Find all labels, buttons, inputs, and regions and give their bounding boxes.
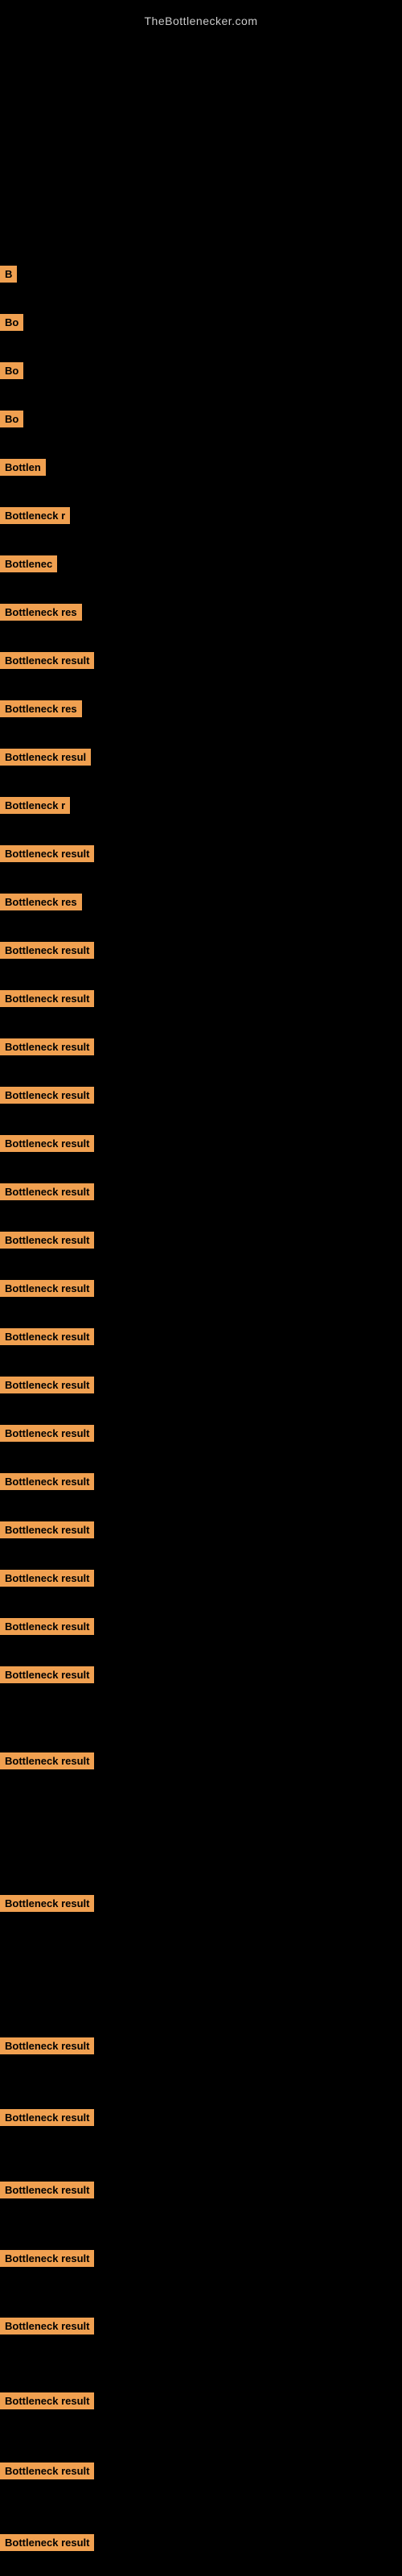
bottleneck-label-32: Bottleneck result xyxy=(0,1895,94,1912)
bottleneck-item-5: Bottlen xyxy=(0,459,46,476)
bottleneck-item-3: Bo xyxy=(0,362,23,379)
bottleneck-item-22: Bottleneck result xyxy=(0,1280,94,1297)
bottleneck-label-2: Bo xyxy=(0,314,23,331)
bottleneck-label-5: Bottlen xyxy=(0,459,46,476)
bottleneck-label-18: Bottleneck result xyxy=(0,1087,94,1104)
bottleneck-item-34: Bottleneck result xyxy=(0,2109,94,2126)
bottleneck-item-4: Bo xyxy=(0,411,23,427)
bottleneck-item-32: Bottleneck result xyxy=(0,1895,94,1912)
bottleneck-item-30: Bottleneck result xyxy=(0,1666,94,1683)
bottleneck-item-23: Bottleneck result xyxy=(0,1328,94,1345)
bottleneck-label-11: Bottleneck resul xyxy=(0,749,91,766)
bottleneck-item-26: Bottleneck result xyxy=(0,1473,94,1490)
bottleneck-label-37: Bottleneck result xyxy=(0,2318,94,2334)
bottleneck-item-14: Bottleneck res xyxy=(0,894,82,910)
bottleneck-label-34: Bottleneck result xyxy=(0,2109,94,2126)
bottleneck-item-16: Bottleneck result xyxy=(0,990,94,1007)
bottleneck-label-14: Bottleneck res xyxy=(0,894,82,910)
bottleneck-item-28: Bottleneck result xyxy=(0,1570,94,1587)
bottleneck-item-21: Bottleneck result xyxy=(0,1232,94,1249)
site-title: TheBottlenecker.com xyxy=(0,6,402,31)
bottleneck-label-33: Bottleneck result xyxy=(0,2037,94,2054)
bottleneck-item-33: Bottleneck result xyxy=(0,2037,94,2054)
bottleneck-item-24: Bottleneck result xyxy=(0,1377,94,1393)
bottleneck-item-20: Bottleneck result xyxy=(0,1183,94,1200)
bottleneck-label-9: Bottleneck result xyxy=(0,652,94,669)
bottleneck-item-37: Bottleneck result xyxy=(0,2318,94,2334)
bottleneck-label-24: Bottleneck result xyxy=(0,1377,94,1393)
bottleneck-label-8: Bottleneck res xyxy=(0,604,82,621)
bottleneck-label-13: Bottleneck result xyxy=(0,845,94,862)
bottleneck-item-35: Bottleneck result xyxy=(0,2182,94,2198)
bottleneck-item-7: Bottlenec xyxy=(0,555,57,572)
bottleneck-item-29: Bottleneck result xyxy=(0,1618,94,1635)
bottleneck-label-7: Bottlenec xyxy=(0,555,57,572)
bottleneck-label-12: Bottleneck r xyxy=(0,797,70,814)
bottleneck-item-11: Bottleneck resul xyxy=(0,749,91,766)
bottleneck-item-2: Bo xyxy=(0,314,23,331)
bottleneck-label-3: Bo xyxy=(0,362,23,379)
bottleneck-label-28: Bottleneck result xyxy=(0,1570,94,1587)
bottleneck-label-39: Bottleneck result xyxy=(0,2462,94,2479)
bottleneck-label-17: Bottleneck result xyxy=(0,1038,94,1055)
bottleneck-label-36: Bottleneck result xyxy=(0,2250,94,2267)
main-container: TheBottlenecker.com B Bo Bo Bo Bottlen Bottle… xyxy=(0,0,402,2576)
bottleneck-label-16: Bottleneck result xyxy=(0,990,94,1007)
bottleneck-label-26: Bottleneck result xyxy=(0,1473,94,1490)
bottleneck-label-29: Bottleneck result xyxy=(0,1618,94,1635)
bottleneck-item-27: Bottleneck result xyxy=(0,1521,94,1538)
bottleneck-label-15: Bottleneck result xyxy=(0,942,94,959)
bottleneck-label-1: B xyxy=(0,266,17,283)
bottleneck-item-36: Bottleneck result xyxy=(0,2250,94,2267)
bottleneck-item-39: Bottleneck result xyxy=(0,2462,94,2479)
bottleneck-label-31: Bottleneck result xyxy=(0,1752,94,1769)
bottleneck-item-6: Bottleneck r xyxy=(0,507,70,524)
bottleneck-item-18: Bottleneck result xyxy=(0,1087,94,1104)
bottleneck-item-40: Bottleneck result xyxy=(0,2534,94,2551)
bottleneck-label-25: Bottleneck result xyxy=(0,1425,94,1442)
bottleneck-item-38: Bottleneck result xyxy=(0,2392,94,2409)
bottleneck-item-17: Bottleneck result xyxy=(0,1038,94,1055)
bottleneck-label-23: Bottleneck result xyxy=(0,1328,94,1345)
bottleneck-label-40: Bottleneck result xyxy=(0,2534,94,2551)
bottleneck-label-35: Bottleneck result xyxy=(0,2182,94,2198)
bottleneck-item-13: Bottleneck result xyxy=(0,845,94,862)
bottleneck-label-30: Bottleneck result xyxy=(0,1666,94,1683)
bottleneck-item-10: Bottleneck res xyxy=(0,700,82,717)
bottleneck-item-1: B xyxy=(0,266,17,283)
bottleneck-label-4: Bo xyxy=(0,411,23,427)
bottleneck-label-22: Bottleneck result xyxy=(0,1280,94,1297)
bottleneck-label-10: Bottleneck res xyxy=(0,700,82,717)
bottleneck-item-9: Bottleneck result xyxy=(0,652,94,669)
bottleneck-label-38: Bottleneck result xyxy=(0,2392,94,2409)
bottleneck-item-12: Bottleneck r xyxy=(0,797,70,814)
bottleneck-item-31: Bottleneck result xyxy=(0,1752,94,1769)
bottleneck-item-8: Bottleneck res xyxy=(0,604,82,621)
bottleneck-label-19: Bottleneck result xyxy=(0,1135,94,1152)
bottleneck-label-6: Bottleneck r xyxy=(0,507,70,524)
bottleneck-label-21: Bottleneck result xyxy=(0,1232,94,1249)
bottleneck-item-19: Bottleneck result xyxy=(0,1135,94,1152)
bottleneck-label-20: Bottleneck result xyxy=(0,1183,94,1200)
bottleneck-label-27: Bottleneck result xyxy=(0,1521,94,1538)
bottleneck-item-15: Bottleneck result xyxy=(0,942,94,959)
bottleneck-item-25: Bottleneck result xyxy=(0,1425,94,1442)
